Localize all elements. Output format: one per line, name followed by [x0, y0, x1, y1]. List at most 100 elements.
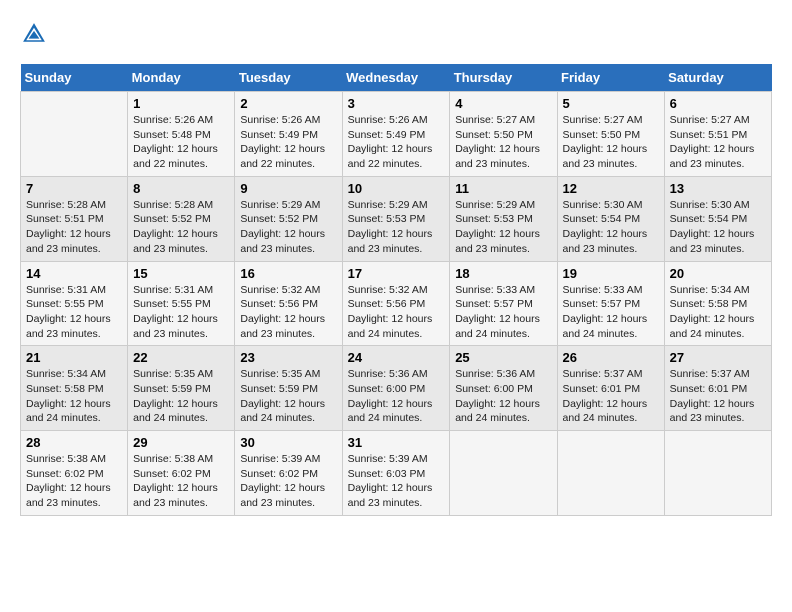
day-info: Sunrise: 5:31 AM Sunset: 5:55 PM Dayligh…: [26, 283, 122, 342]
calendar-cell: 6Sunrise: 5:27 AM Sunset: 5:51 PM Daylig…: [664, 92, 771, 177]
day-info: Sunrise: 5:30 AM Sunset: 5:54 PM Dayligh…: [670, 198, 766, 257]
day-number: 18: [455, 266, 551, 281]
day-number: 22: [133, 350, 229, 365]
day-info: Sunrise: 5:27 AM Sunset: 5:50 PM Dayligh…: [563, 113, 659, 172]
calendar-cell: 24 Sunrise: 5:36 AM Sunset: 6:00 PM Dayli…: [342, 346, 450, 431]
day-number: 5: [563, 96, 659, 111]
calendar-cell: [664, 431, 771, 516]
day-number: 25: [455, 350, 551, 365]
day-number: 26: [563, 350, 659, 365]
day-number: 17: [348, 266, 445, 281]
day-number: 16: [240, 266, 336, 281]
day-info: Sunrise: 5:36 AM Sunset: 6:00 PM Dayligh…: [455, 367, 551, 426]
calendar-cell: 18 Sunrise: 5:33 AM Sunset: 5:57 PM Dayli…: [450, 261, 557, 346]
calendar-table: SundayMondayTuesdayWednesdayThursdayFrid…: [20, 64, 772, 516]
calendar-week-5: 28Sunrise: 5:38 AM Sunset: 6:02 PM Dayli…: [21, 431, 772, 516]
calendar-week-1: 1Sunrise: 5:26 AM Sunset: 5:48 PM Daylig…: [21, 92, 772, 177]
calendar-cell: 17 Sunrise: 5:32 AM Sunset: 5:56 PM Dayli…: [342, 261, 450, 346]
day-info: Sunrise: 5:26 AM Sunset: 5:49 PM Dayligh…: [348, 113, 445, 172]
day-number: 21: [26, 350, 122, 365]
calendar-body: 1Sunrise: 5:26 AM Sunset: 5:48 PM Daylig…: [21, 92, 772, 516]
calendar-header: SundayMondayTuesdayWednesdayThursdayFrid…: [21, 64, 772, 92]
calendar-cell: 29 Sunrise: 5:38 AM Sunset: 6:02 PM Dayli…: [128, 431, 235, 516]
day-info: Sunrise: 5:38 AM Sunset: 6:02 PM Dayligh…: [26, 452, 122, 511]
calendar-cell: 4 Sunrise: 5:27 AM Sunset: 5:50 PM Daylig…: [450, 92, 557, 177]
calendar-cell: 2 Sunrise: 5:26 AM Sunset: 5:49 PM Daylig…: [235, 92, 342, 177]
calendar-cell: 5 Sunrise: 5:27 AM Sunset: 5:50 PM Daylig…: [557, 92, 664, 177]
day-number: 29: [133, 435, 229, 450]
day-info: Sunrise: 5:32 AM Sunset: 5:56 PM Dayligh…: [240, 283, 336, 342]
calendar-cell: 19 Sunrise: 5:33 AM Sunset: 5:57 PM Dayli…: [557, 261, 664, 346]
calendar-cell: 9Sunrise: 5:29 AM Sunset: 5:52 PM Daylig…: [235, 176, 342, 261]
calendar-cell: [450, 431, 557, 516]
day-info: Sunrise: 5:35 AM Sunset: 5:59 PM Dayligh…: [240, 367, 336, 426]
header-day-monday: Monday: [128, 64, 235, 92]
day-info: Sunrise: 5:29 AM Sunset: 5:53 PM Dayligh…: [455, 198, 551, 257]
calendar-cell: 10Sunrise: 5:29 AM Sunset: 5:53 PM Dayli…: [342, 176, 450, 261]
header-day-friday: Friday: [557, 64, 664, 92]
day-number: 2: [240, 96, 336, 111]
header-day-saturday: Saturday: [664, 64, 771, 92]
calendar-cell: 30 Sunrise: 5:39 AM Sunset: 6:02 PM Dayli…: [235, 431, 342, 516]
header-day-thursday: Thursday: [450, 64, 557, 92]
day-number: 30: [240, 435, 336, 450]
day-info: Sunrise: 5:39 AM Sunset: 6:03 PM Dayligh…: [348, 452, 445, 511]
day-info: Sunrise: 5:35 AM Sunset: 5:59 PM Dayligh…: [133, 367, 229, 426]
calendar-cell: 28Sunrise: 5:38 AM Sunset: 6:02 PM Dayli…: [21, 431, 128, 516]
day-number: 8: [133, 181, 229, 196]
calendar-cell: 1Sunrise: 5:26 AM Sunset: 5:48 PM Daylig…: [128, 92, 235, 177]
calendar-cell: 27 Sunrise: 5:37 AM Sunset: 6:01 PM Dayli…: [664, 346, 771, 431]
day-info: Sunrise: 5:33 AM Sunset: 5:57 PM Dayligh…: [563, 283, 659, 342]
day-info: Sunrise: 5:37 AM Sunset: 6:01 PM Dayligh…: [670, 367, 766, 426]
calendar-cell: 3 Sunrise: 5:26 AM Sunset: 5:49 PM Daylig…: [342, 92, 450, 177]
day-number: 6: [670, 96, 766, 111]
day-info: Sunrise: 5:34 AM Sunset: 5:58 PM Dayligh…: [26, 367, 122, 426]
calendar-cell: 31 Sunrise: 5:39 AM Sunset: 6:03 PM Dayli…: [342, 431, 450, 516]
day-number: 11: [455, 181, 551, 196]
calendar-week-2: 7Sunrise: 5:28 AM Sunset: 5:51 PM Daylig…: [21, 176, 772, 261]
day-number: 14: [26, 266, 122, 281]
day-number: 9: [240, 181, 336, 196]
day-info: Sunrise: 5:36 AM Sunset: 6:00 PM Dayligh…: [348, 367, 445, 426]
day-number: 10: [348, 181, 445, 196]
day-number: 1: [133, 96, 229, 111]
day-number: 3: [348, 96, 445, 111]
calendar-cell: 22 Sunrise: 5:35 AM Sunset: 5:59 PM Dayli…: [128, 346, 235, 431]
calendar-cell: 14 Sunrise: 5:31 AM Sunset: 5:55 PM Dayli…: [21, 261, 128, 346]
day-info: Sunrise: 5:39 AM Sunset: 6:02 PM Dayligh…: [240, 452, 336, 511]
day-info: Sunrise: 5:28 AM Sunset: 5:52 PM Dayligh…: [133, 198, 229, 257]
day-number: 31: [348, 435, 445, 450]
calendar-cell: 11 Sunrise: 5:29 AM Sunset: 5:53 PM Dayli…: [450, 176, 557, 261]
calendar-week-3: 14 Sunrise: 5:31 AM Sunset: 5:55 PM Dayli…: [21, 261, 772, 346]
calendar-week-4: 21 Sunrise: 5:34 AM Sunset: 5:58 PM Dayli…: [21, 346, 772, 431]
day-number: 15: [133, 266, 229, 281]
day-info: Sunrise: 5:31 AM Sunset: 5:55 PM Dayligh…: [133, 283, 229, 342]
page-header: [20, 20, 772, 48]
header-day-wednesday: Wednesday: [342, 64, 450, 92]
day-number: 13: [670, 181, 766, 196]
day-info: Sunrise: 5:27 AM Sunset: 5:50 PM Dayligh…: [455, 113, 551, 172]
calendar-cell: 15 Sunrise: 5:31 AM Sunset: 5:55 PM Dayli…: [128, 261, 235, 346]
day-info: Sunrise: 5:26 AM Sunset: 5:49 PM Dayligh…: [240, 113, 336, 172]
calendar-cell: 25 Sunrise: 5:36 AM Sunset: 6:00 PM Dayli…: [450, 346, 557, 431]
calendar-cell: 12Sunrise: 5:30 AM Sunset: 5:54 PM Dayli…: [557, 176, 664, 261]
calendar-cell: 23Sunrise: 5:35 AM Sunset: 5:59 PM Dayli…: [235, 346, 342, 431]
day-number: 4: [455, 96, 551, 111]
calendar-cell: 7Sunrise: 5:28 AM Sunset: 5:51 PM Daylig…: [21, 176, 128, 261]
day-number: 7: [26, 181, 122, 196]
header-day-sunday: Sunday: [21, 64, 128, 92]
day-number: 12: [563, 181, 659, 196]
day-number: 27: [670, 350, 766, 365]
day-number: 24: [348, 350, 445, 365]
day-info: Sunrise: 5:32 AM Sunset: 5:56 PM Dayligh…: [348, 283, 445, 342]
day-info: Sunrise: 5:37 AM Sunset: 6:01 PM Dayligh…: [563, 367, 659, 426]
day-info: Sunrise: 5:38 AM Sunset: 6:02 PM Dayligh…: [133, 452, 229, 511]
header-day-tuesday: Tuesday: [235, 64, 342, 92]
day-info: Sunrise: 5:33 AM Sunset: 5:57 PM Dayligh…: [455, 283, 551, 342]
calendar-cell: 21 Sunrise: 5:34 AM Sunset: 5:58 PM Dayli…: [21, 346, 128, 431]
calendar-cell: 16 Sunrise: 5:32 AM Sunset: 5:56 PM Dayli…: [235, 261, 342, 346]
calendar-cell: [557, 431, 664, 516]
calendar-cell: 13 Sunrise: 5:30 AM Sunset: 5:54 PM Dayli…: [664, 176, 771, 261]
calendar-cell: 26 Sunrise: 5:37 AM Sunset: 6:01 PM Dayli…: [557, 346, 664, 431]
day-number: 19: [563, 266, 659, 281]
